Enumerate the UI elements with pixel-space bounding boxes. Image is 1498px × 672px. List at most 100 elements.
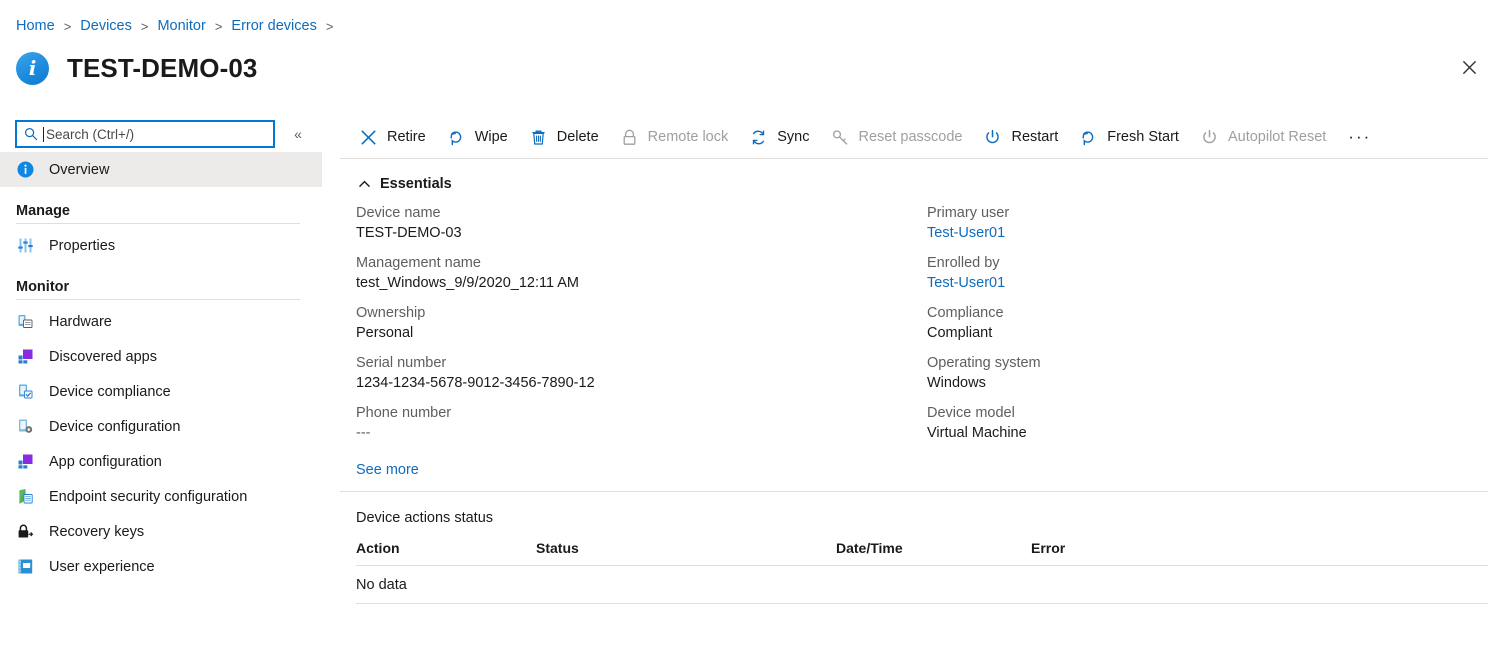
sidebar-item-device-configuration[interactable]: Device configuration — [0, 409, 322, 444]
sidebar-item-app-configuration[interactable]: App configuration — [0, 444, 322, 479]
field-value: --- — [356, 423, 927, 444]
collapse-glyph: « — [294, 126, 302, 142]
breadcrumb-item-error-devices[interactable]: Error devices — [231, 18, 316, 34]
essentials-field-enrolled-by: Enrolled byTest-User01 — [927, 254, 1498, 294]
breadcrumb: Home>Devices>Monitor>Error devices> — [16, 15, 342, 37]
field-value: test_Windows_9/9/2020_12:11 AM — [356, 273, 927, 294]
info-glyph: i — [29, 58, 37, 78]
trash-icon — [529, 128, 548, 147]
essentials-column-right: Primary userTest-User01Enrolled byTest-U… — [927, 204, 1498, 454]
info-circle-icon — [16, 161, 34, 179]
field-value: Personal — [356, 323, 927, 344]
command-label: Autopilot Reset — [1228, 129, 1326, 145]
search-input[interactable] — [46, 124, 256, 144]
power-icon — [983, 128, 1002, 147]
field-value: TEST-DEMO-03 — [356, 223, 927, 244]
essentials-toggle[interactable]: Essentials — [356, 176, 466, 192]
info-circle-icon: i — [16, 52, 49, 85]
column-header-date-time[interactable]: Date/Time — [836, 540, 1031, 556]
sidebar-item-device-compliance[interactable]: Device compliance — [0, 374, 322, 409]
command-label: Wipe — [475, 129, 508, 145]
breadcrumb-item-home[interactable]: Home — [16, 18, 55, 34]
sidebar-item-overview[interactable]: Overview — [0, 152, 322, 187]
apps-grid-icon — [16, 348, 34, 366]
empty-state-text: No data — [356, 577, 536, 593]
restart-button[interactable]: Restart — [974, 121, 1067, 153]
text-caret — [43, 127, 44, 142]
left-navigation-panel: « Overview Manage Properties — [0, 116, 322, 672]
notebook-icon — [16, 558, 34, 576]
collapse-panel-icon[interactable]: « — [288, 123, 308, 145]
shield-list-icon — [16, 488, 34, 506]
command-label: Sync — [777, 129, 809, 145]
sidebar-item-label: Overview — [49, 162, 109, 178]
column-header-status[interactable]: Status — [536, 540, 836, 556]
sliders-icon — [16, 237, 34, 255]
delete-button[interactable]: Delete — [520, 121, 608, 153]
sidebar-item-label: Device configuration — [49, 419, 180, 435]
search-row: « — [0, 116, 322, 152]
sync-icon — [749, 128, 768, 147]
nav-divider — [16, 223, 300, 224]
x-icon — [359, 128, 378, 147]
command-label: Retire — [387, 129, 426, 145]
close-icon[interactable] — [1454, 52, 1484, 82]
nav-group-title-monitor: Monitor — [0, 263, 322, 299]
table-header-row: ActionStatusDate/TimeError — [356, 540, 1488, 566]
column-header-action[interactable]: Action — [356, 540, 536, 556]
power-icon — [1200, 128, 1219, 147]
fresh-start-button[interactable]: Fresh Start — [1070, 121, 1188, 153]
see-more-link[interactable]: See more — [356, 462, 419, 478]
essentials-field-operating-system: Operating systemWindows — [927, 354, 1498, 394]
field-label: Management name — [356, 254, 927, 273]
sidebar-item-label: Endpoint security configuration — [49, 489, 247, 505]
nav-group-title-manage: Manage — [0, 187, 322, 223]
apps-grid-icon — [16, 453, 34, 471]
device-actions-status-title: Device actions status — [356, 510, 1498, 526]
field-value-link[interactable]: Test-User01 — [927, 273, 1498, 294]
field-label: Primary user — [927, 204, 1498, 223]
sidebar-item-hardware[interactable]: Hardware — [0, 304, 322, 339]
sidebar-item-recovery-keys[interactable]: Recovery keys — [0, 514, 322, 549]
sidebar-item-properties[interactable]: Properties — [0, 228, 322, 263]
breadcrumb-item-devices[interactable]: Devices — [80, 18, 132, 34]
breadcrumb-item-monitor[interactable]: Monitor — [157, 18, 205, 34]
field-label: Phone number — [356, 404, 927, 423]
command-toolbar: RetireWipeDeleteRemote lockSyncReset pas… — [340, 116, 1488, 159]
retire-button[interactable]: Retire — [350, 121, 435, 153]
field-label: Compliance — [927, 304, 1498, 323]
field-value: 1234-1234-5678-9012-3456-7890-12 — [356, 373, 927, 394]
essentials-label: Essentials — [380, 176, 452, 192]
undo-arrow-icon — [1079, 128, 1098, 147]
sidebar-item-label: User experience — [49, 559, 155, 575]
essentials-column-left: Device nameTEST-DEMO-03Management namete… — [356, 204, 927, 454]
table-row-empty: No data — [356, 566, 1488, 604]
field-value: Windows — [927, 373, 1498, 394]
key-icon — [831, 128, 850, 147]
lock-icon — [620, 128, 639, 147]
search-input-wrapper[interactable] — [16, 121, 274, 147]
command-label: Fresh Start — [1107, 129, 1179, 145]
column-header-error[interactable]: Error — [1031, 540, 1231, 556]
breadcrumb-separator-icon: > — [326, 20, 334, 33]
sync-button[interactable]: Sync — [740, 121, 818, 153]
field-label: Operating system — [927, 354, 1498, 373]
command-label: Remote lock — [648, 129, 729, 145]
sidebar-item-endpoint-security-configuration[interactable]: Endpoint security configuration — [0, 479, 322, 514]
essentials-field-compliance: ComplianceCompliant — [927, 304, 1498, 344]
field-value: Compliant — [927, 323, 1498, 344]
essentials-field-device-model: Device modelVirtual Machine — [927, 404, 1498, 444]
wipe-button[interactable]: Wipe — [438, 121, 517, 153]
sidebar-item-label: Recovery keys — [49, 524, 144, 540]
field-value-link[interactable]: Test-User01 — [927, 223, 1498, 244]
lock-key-icon — [16, 523, 34, 541]
sidebar-item-discovered-apps[interactable]: Discovered apps — [0, 339, 322, 374]
more-commands-button[interactable]: ··· — [1338, 121, 1381, 153]
breadcrumb-separator-icon: > — [215, 20, 223, 33]
essentials-field-ownership: OwnershipPersonal — [356, 304, 927, 344]
command-label: Restart — [1011, 129, 1058, 145]
sidebar-item-label: Device compliance — [49, 384, 171, 400]
essentials-field-serial-number: Serial number1234-1234-5678-9012-3456-78… — [356, 354, 927, 394]
sidebar-item-user-experience[interactable]: User experience — [0, 549, 322, 584]
sidebar-item-label: Properties — [49, 238, 115, 254]
